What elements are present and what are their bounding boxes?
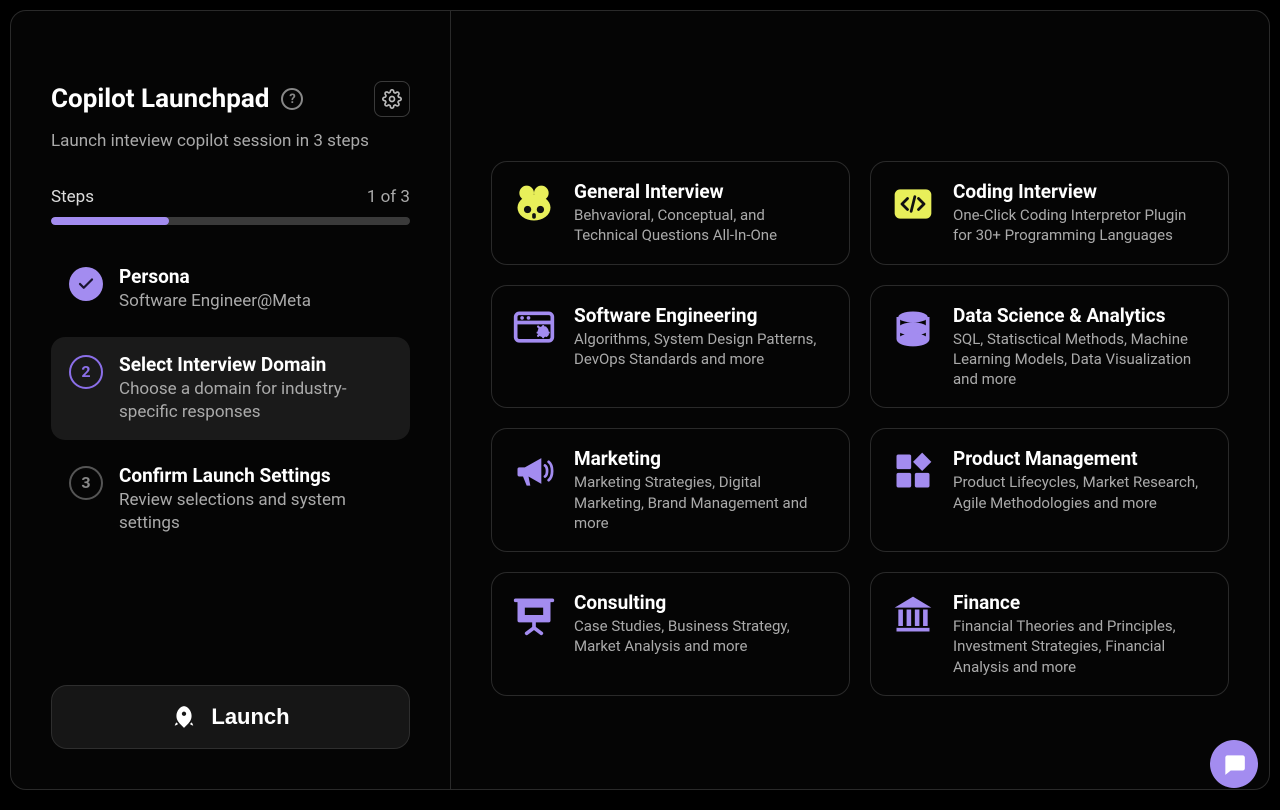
step-desc: Software Engineer@Meta (119, 290, 311, 313)
domain-desc: Case Studies, Business Strategy, Market … (574, 616, 829, 657)
chat-icon (1221, 751, 1247, 777)
domain-desc: SQL, Statisctical Methods, Machine Learn… (953, 329, 1208, 390)
domain-card-presentation[interactable]: ConsultingCase Studies, Business Strateg… (491, 572, 850, 696)
domain-card-database[interactable]: Data Science & AnalyticsSQL, Statisctica… (870, 285, 1229, 409)
rocket-icon (171, 704, 197, 730)
copilot-icon (512, 182, 556, 226)
step-card-0[interactable]: PersonaSoftware Engineer@Meta (51, 249, 410, 329)
step-badge (69, 267, 103, 301)
step-desc: Choose a domain for industry-specific re… (119, 378, 392, 424)
domain-desc: Marketing Strategies, Digital Marketing,… (574, 472, 829, 533)
domain-desc: Financial Theories and Principles, Inves… (953, 616, 1208, 677)
progress-fill (51, 217, 169, 225)
megaphone-icon (512, 449, 556, 493)
step-title: Select Interview Domain (119, 353, 392, 376)
domain-title: Consulting (574, 591, 829, 614)
domain-desc: One-Click Coding Interpretor Plugin for … (953, 205, 1208, 246)
domain-desc: Algorithms, System Design Patterns, DevO… (574, 329, 829, 370)
help-icon[interactable]: ? (281, 88, 303, 110)
domain-desc: Product Lifecycles, Market Research, Agi… (953, 472, 1208, 513)
code-icon (891, 182, 935, 226)
presentation-icon (512, 593, 556, 637)
grid-icon (891, 449, 935, 493)
domain-title: Coding Interview (953, 180, 1208, 203)
domain-card-grid[interactable]: Product ManagementProduct Lifecycles, Ma… (870, 428, 1229, 552)
page-title: Copilot Launchpad (51, 84, 269, 114)
domain-title: Marketing (574, 447, 829, 470)
domain-card-code[interactable]: Coding InterviewOne-Click Coding Interpr… (870, 161, 1229, 265)
step-card-2[interactable]: 3 Confirm Launch SettingsReview selection… (51, 448, 410, 551)
database-icon (891, 306, 935, 350)
steps-label: Steps (51, 187, 94, 207)
domain-card-megaphone[interactable]: MarketingMarketing Strategies, Digital M… (491, 428, 850, 552)
domain-title: Data Science & Analytics (953, 304, 1208, 327)
step-card-1[interactable]: 2 Select Interview DomainChoose a domain … (51, 337, 410, 440)
domain-grid: General InterviewBehvavioral, Conceptual… (491, 161, 1229, 696)
domain-title: Product Management (953, 447, 1208, 470)
step-badge: 3 (69, 466, 103, 500)
domain-desc: Behvavioral, Conceptual, and Technical Q… (574, 205, 829, 246)
steps-header: Steps 1 of 3 (51, 187, 410, 207)
domain-title: General Interview (574, 180, 829, 203)
launch-button[interactable]: Launch (51, 685, 410, 749)
launch-label: Launch (211, 704, 289, 730)
main: General InterviewBehvavioral, Conceptual… (451, 11, 1269, 789)
progress-bar (51, 217, 410, 225)
bank-icon (891, 593, 935, 637)
chat-fab[interactable] (1210, 740, 1258, 788)
domain-title: Software Engineering (574, 304, 829, 327)
step-title: Confirm Launch Settings (119, 464, 392, 487)
step-list: PersonaSoftware Engineer@Meta 2 Select Int… (51, 249, 410, 551)
domain-card-browser[interactable]: Software EngineeringAlgorithms, System D… (491, 285, 850, 409)
step-badge: 2 (69, 355, 103, 389)
steps-counter: 1 of 3 (367, 187, 410, 207)
domain-card-bank[interactable]: FinanceFinancial Theories and Principles… (870, 572, 1229, 696)
gear-icon (382, 89, 402, 109)
step-title: Persona (119, 265, 311, 288)
page-subtitle: Launch inteview copilot session in 3 ste… (51, 131, 410, 151)
browser-icon (512, 306, 556, 350)
domain-title: Finance (953, 591, 1208, 614)
sidebar: Copilot Launchpad ? Launch inteview copi… (11, 11, 451, 789)
title-left: Copilot Launchpad ? (51, 84, 303, 114)
domain-card-copilot[interactable]: General InterviewBehvavioral, Conceptual… (491, 161, 850, 265)
settings-button[interactable] (374, 81, 410, 117)
step-desc: Review selections and system settings (119, 489, 392, 535)
title-row: Copilot Launchpad ? (51, 81, 410, 117)
